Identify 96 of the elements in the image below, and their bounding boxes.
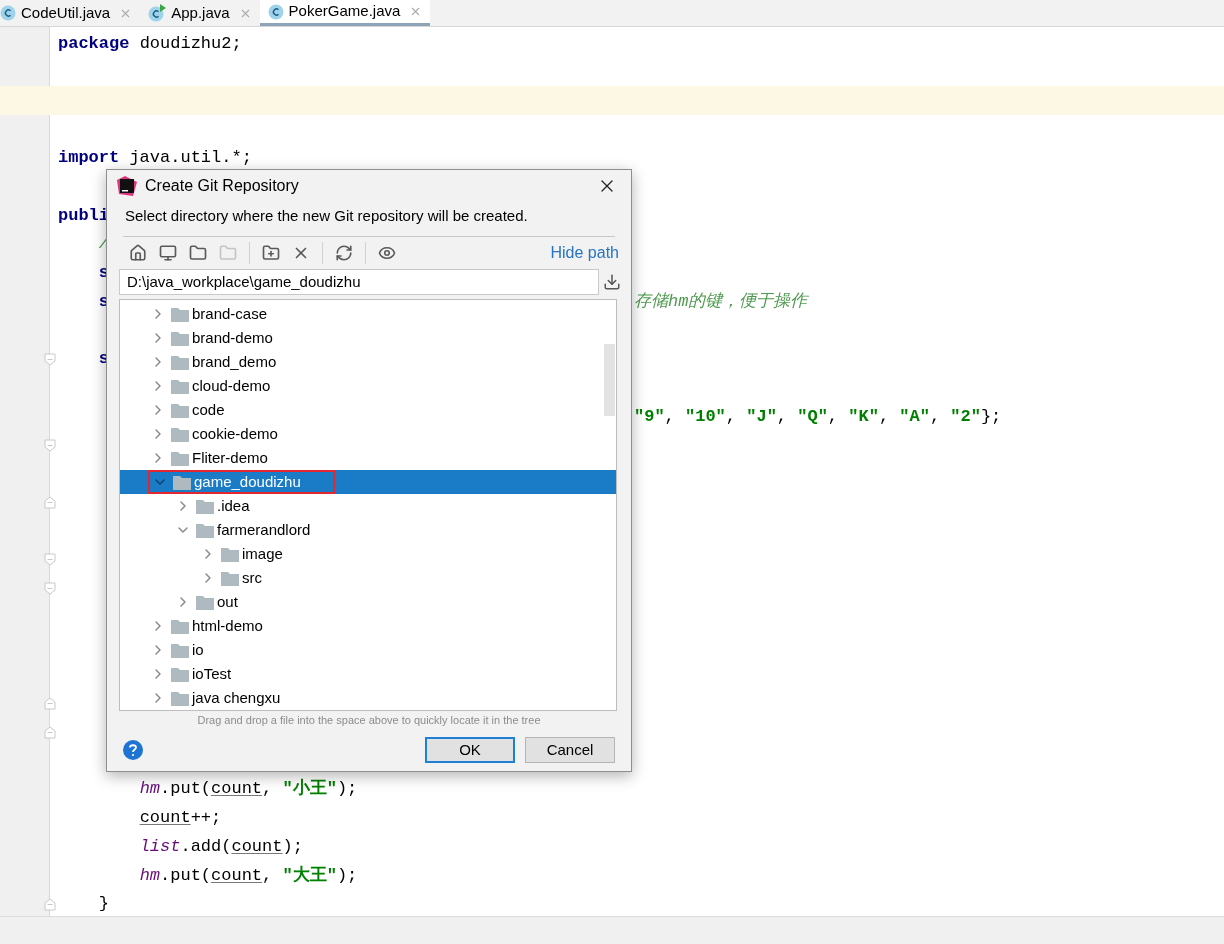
tree-item[interactable]: cookie-demo (120, 422, 616, 446)
folder-icon (171, 666, 189, 682)
folder-name: io (192, 639, 204, 660)
class-icon (267, 3, 284, 20)
download-icon[interactable] (603, 273, 621, 291)
folder-icon (173, 474, 191, 490)
tree-item[interactable]: html-demo (120, 614, 616, 638)
fold-marker-icon[interactable] (44, 582, 56, 596)
tree-item[interactable]: Fliter-demo (120, 446, 616, 470)
folder-name: .idea (217, 495, 250, 516)
folder-name: java chengxu (192, 687, 281, 708)
folder-name: html-demo (192, 615, 263, 636)
code-line: import java.util.*; (58, 147, 252, 170)
tree-item[interactable]: out (120, 590, 616, 614)
folder-icon[interactable] (189, 244, 207, 262)
tree-item[interactable]: image (120, 542, 616, 566)
hide-path-link[interactable]: Hide path (550, 241, 619, 265)
fold-marker-icon[interactable] (44, 725, 56, 739)
code-line: } (97, 893, 109, 916)
fold-marker-icon[interactable] (44, 696, 56, 710)
folder-icon (196, 522, 214, 538)
folder-icon (221, 546, 239, 562)
fold-marker-icon[interactable] (44, 897, 56, 911)
fold-marker-icon[interactable] (44, 352, 56, 366)
folder-icon (171, 690, 189, 706)
folder-name: brand-demo (192, 327, 273, 348)
ok-button[interactable]: OK (425, 737, 515, 763)
path-field[interactable]: D:\java_workplace\game_doudizhu (119, 269, 599, 295)
fold-marker-icon[interactable] (44, 438, 56, 452)
tree-item[interactable]: ioTest (120, 662, 616, 686)
dialog-title: Create Git Repository (145, 176, 300, 196)
fold-marker-icon[interactable] (44, 553, 56, 567)
folder-icon (196, 498, 214, 514)
folder-icon (171, 330, 189, 346)
folder-name: Fliter-demo (192, 447, 268, 468)
code-line: 存储hm的键，便于操作 (634, 290, 808, 313)
tab-label: PokerGame.java (288, 1, 401, 22)
home-icon[interactable] (129, 244, 147, 262)
tree-item[interactable]: src (120, 566, 616, 590)
folder-icon (171, 426, 189, 442)
folder-name: ioTest (192, 663, 232, 684)
scrollbar[interactable] (604, 344, 615, 416)
cancel-button[interactable]: Cancel (525, 737, 615, 763)
code-line: hm.put(count, "大王"); (138, 864, 358, 887)
refresh-icon[interactable] (335, 244, 353, 262)
editor-tab[interactable]: App.java (140, 0, 260, 26)
folder-icon (196, 594, 214, 610)
hint-text: Drag and drop a file into the space above to quickly locate it in the tree (197, 712, 541, 728)
editor-tab[interactable]: PokerGame.java (259, 0, 431, 26)
tree-item[interactable]: .idea (120, 494, 616, 518)
tree-item[interactable]: io (120, 638, 616, 662)
code-line: hm.put(count, "小王"); (138, 777, 358, 801)
class-icon (0, 5, 16, 21)
editor-tab[interactable]: CodeUtil.java (0, 0, 141, 26)
folder-icon (171, 354, 189, 370)
folder-name: brand_demo (192, 351, 277, 372)
tree-item[interactable]: cloud-demo (120, 374, 616, 398)
tree-item[interactable]: code (120, 398, 616, 422)
folder-icon (171, 450, 189, 466)
tree-item[interactable]: game_doudizhu (120, 470, 616, 494)
tree-item[interactable]: brand-demo (120, 326, 616, 350)
tree-item[interactable]: brand_demo (120, 350, 616, 374)
code-line: publi (58, 204, 109, 227)
tab-label: CodeUtil.java (21, 2, 111, 23)
folder-name: image (242, 543, 283, 564)
tree-item[interactable]: brand-case (120, 302, 616, 326)
folder-plus-icon[interactable] (262, 244, 280, 262)
help-icon[interactable] (123, 740, 143, 760)
runnable-class-icon (148, 4, 167, 22)
code-line: "9", "10", "J", "Q", "K", "A", "2"}; (634, 405, 1002, 428)
path-value: D:\java_workplace\game_doudizhu (127, 271, 361, 292)
eye-icon[interactable] (378, 244, 396, 262)
code-line: count++; (138, 807, 222, 830)
folder-icon (221, 570, 239, 586)
folder-name: game_doudizhu (194, 471, 301, 492)
tree-item[interactable]: farmerandlord (120, 518, 616, 542)
folder-name: cookie-demo (192, 423, 278, 444)
folder-icon (171, 642, 189, 658)
fold-marker-icon[interactable] (44, 496, 56, 509)
folder-name: src (242, 567, 262, 588)
folder-name: out (217, 591, 238, 612)
folder-icon (171, 378, 189, 394)
folder-icon (171, 402, 189, 418)
tree-item[interactable]: java chengxu (120, 686, 616, 710)
folder-icon (171, 306, 189, 322)
code-line: package doudizhu2; (58, 32, 242, 55)
folder-name: farmerandlord (217, 519, 311, 540)
folder-name: cloud-demo (192, 375, 271, 396)
folder-name: brand-case (192, 303, 268, 324)
folder-icon (171, 618, 189, 634)
code-line: list.add(count); (138, 835, 303, 858)
folder-name: code (192, 399, 225, 420)
dialog-description: Select directory where the new Git repository will be created. (125, 207, 528, 224)
monitor-icon[interactable] (159, 244, 177, 262)
tab-label: App.java (171, 2, 230, 23)
app-logo-icon (117, 176, 137, 196)
